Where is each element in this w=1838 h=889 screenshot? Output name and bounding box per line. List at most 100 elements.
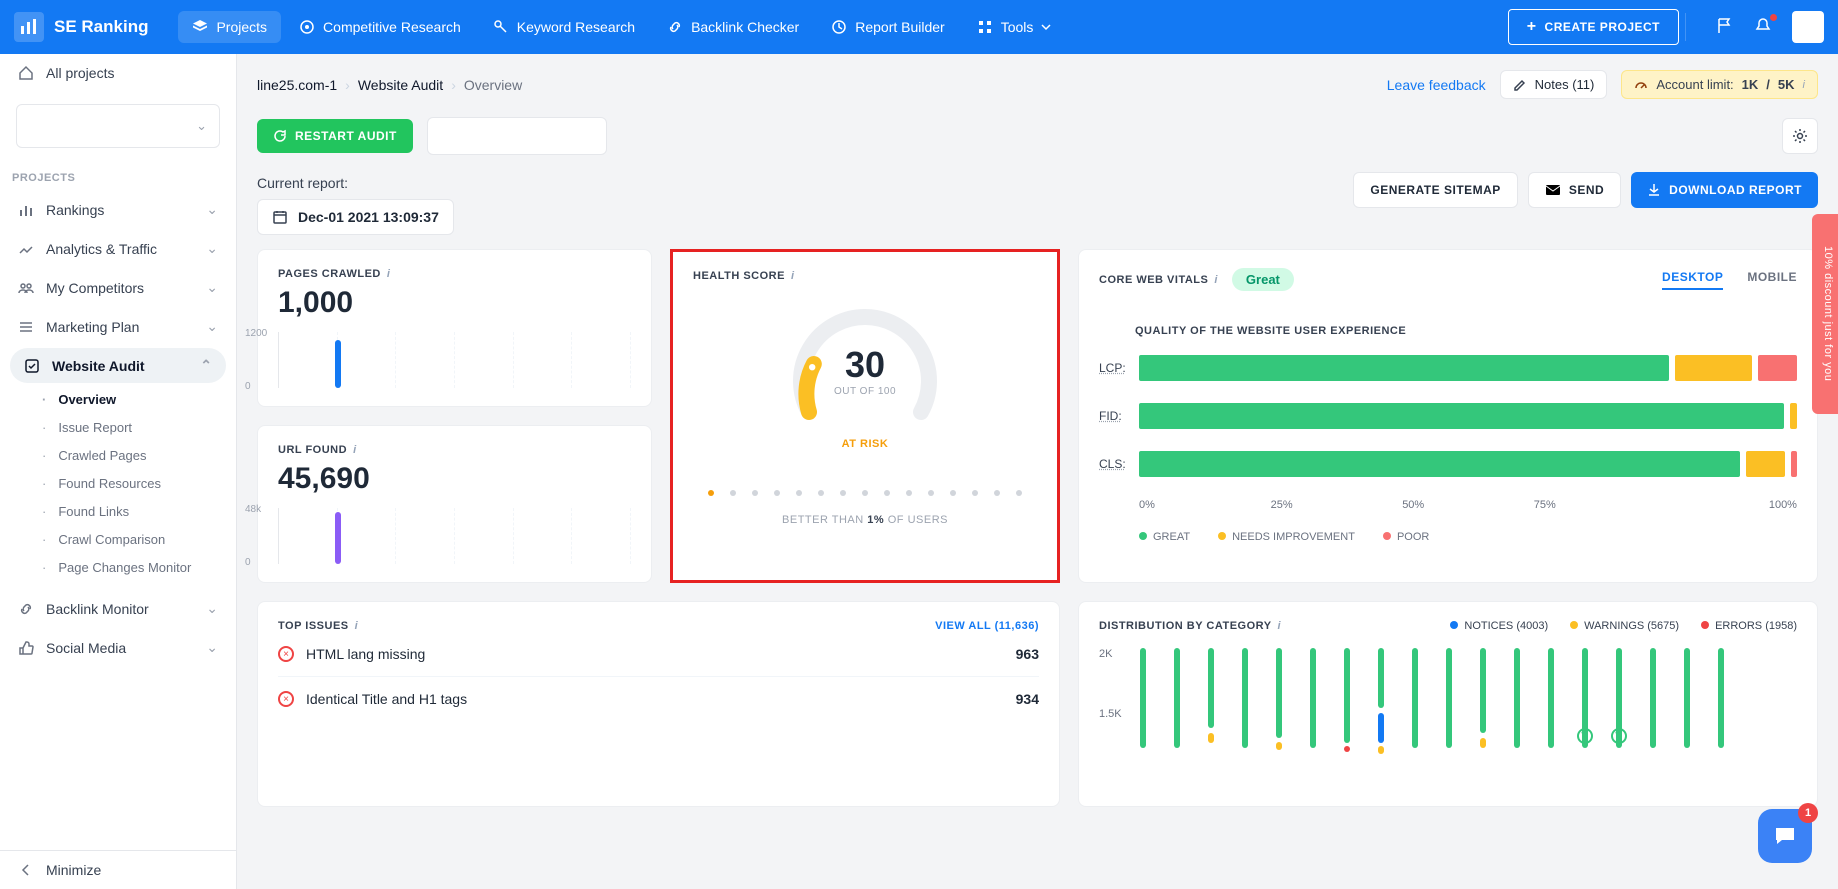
- info-icon[interactable]: i: [1803, 79, 1805, 91]
- project-selector[interactable]: ⌄: [16, 104, 220, 148]
- create-project-button[interactable]: + CREATE PROJECT: [1508, 9, 1679, 45]
- sidebar-item-social[interactable]: Social Media⌄: [0, 628, 236, 667]
- sidebar-backlink-label: Backlink Monitor: [46, 601, 149, 617]
- issue-row[interactable]: × HTML lang missing 963: [278, 632, 1039, 662]
- issue-label: Identical Title and H1 tags: [306, 691, 467, 707]
- bell-icon[interactable]: [1754, 17, 1774, 37]
- chevron-right-icon: ›: [345, 77, 350, 93]
- calendar-icon: [272, 209, 288, 225]
- nav-keyword[interactable]: Keyword Research: [479, 11, 649, 43]
- sidebar-item-analytics[interactable]: Analytics & Traffic⌄: [0, 229, 236, 268]
- issue-label: HTML lang missing: [306, 646, 425, 662]
- chat-bubble[interactable]: [1758, 809, 1812, 863]
- sidebar-rankings-label: Rankings: [46, 202, 104, 218]
- notification-dot: [1770, 14, 1777, 21]
- sidebar-item-backlink[interactable]: Backlink Monitor⌄: [0, 589, 236, 628]
- health-gauge: 30 OUT OF 100: [785, 300, 945, 410]
- dist-legend: NOTICES (4003) WARNINGS (5675) ERRORS (1…: [1450, 620, 1797, 632]
- download-report-button[interactable]: DOWNLOAD REPORT: [1631, 172, 1818, 208]
- sidebar-minimize[interactable]: Minimize: [0, 850, 236, 889]
- current-report-date-value: Dec-01 2021 13:09:37: [298, 209, 439, 225]
- issues-view-all-link[interactable]: VIEW ALL (11,636): [935, 620, 1039, 632]
- chat-icon: [1772, 823, 1798, 849]
- nav-competitive[interactable]: Competitive Research: [285, 11, 475, 43]
- sidebar-sub-page-changes[interactable]: Page Changes Monitor: [0, 553, 236, 581]
- current-report-date[interactable]: Dec-01 2021 13:09:37: [257, 199, 454, 235]
- sidebar-sub-issue-report[interactable]: Issue Report: [0, 413, 236, 441]
- gear-icon: [1791, 127, 1809, 145]
- chevron-down-icon: ⌄: [206, 639, 218, 656]
- sidebar-analytics-label: Analytics & Traffic: [46, 241, 157, 257]
- sidebar-competitors-label: My Competitors: [46, 280, 144, 296]
- cwv-subtitle: QUALITY OF THE WEBSITE USER EXPERIENCE: [1135, 325, 1797, 337]
- top-issues-card: TOP ISSUESi VIEW ALL (11,636) × HTML lan…: [257, 601, 1060, 807]
- chevron-down-icon: ⌄: [206, 318, 218, 335]
- nav-tools[interactable]: Tools: [963, 11, 1066, 43]
- nav-projects[interactable]: Projects: [178, 11, 281, 43]
- sidebar-section-label: PROJECTS: [0, 160, 236, 190]
- health-score-card: HEALTH SCOREi 30 OUT OF 100 AT RIS: [670, 249, 1060, 583]
- cwv-tab-mobile[interactable]: MOBILE: [1747, 270, 1797, 290]
- account-limit-pill[interactable]: Account limit: 1K / 5K i: [1621, 70, 1818, 99]
- sidebar-sub-crawled-pages[interactable]: Crawled Pages: [0, 441, 236, 469]
- sidebar-item-audit[interactable]: Website Audit⌃: [10, 348, 226, 383]
- sidebar-sub-found-resources[interactable]: Found Resources: [0, 469, 236, 497]
- nav-backlink[interactable]: Backlink Checker: [653, 11, 813, 43]
- sidebar-item-marketing[interactable]: Marketing Plan ⌄: [0, 307, 236, 346]
- nav-report[interactable]: Report Builder: [817, 11, 959, 43]
- pages-crawled-title: PAGES CRAWLED: [278, 268, 381, 280]
- flag-icon[interactable]: [1716, 17, 1736, 37]
- sidebar-audit-label: Website Audit: [52, 358, 145, 374]
- bars-icon: [18, 202, 34, 218]
- sidebar-sub-found-links[interactable]: Found Links: [0, 497, 236, 525]
- feedback-side-tab[interactable]: 10% discount just for you: [1812, 214, 1838, 414]
- info-icon[interactable]: i: [387, 268, 391, 280]
- home-icon: [18, 65, 34, 81]
- brand[interactable]: SE Ranking: [14, 12, 148, 42]
- settings-button[interactable]: [1782, 118, 1818, 154]
- chart-icon: [18, 241, 34, 257]
- list-icon: [18, 319, 34, 335]
- info-icon[interactable]: i: [353, 444, 357, 456]
- info-icon[interactable]: i: [1278, 620, 1282, 632]
- leave-feedback-link[interactable]: Leave feedback: [1387, 77, 1486, 93]
- sidebar-all-projects[interactable]: All projects: [0, 54, 236, 92]
- pages-crawled-chart: 1200 0: [278, 332, 631, 388]
- sidebar-sub-crawl-comparison[interactable]: Crawl Comparison: [0, 525, 236, 553]
- chevron-right-icon: ›: [451, 77, 456, 93]
- sidebar-item-competitors[interactable]: My Competitors⌄: [0, 268, 236, 307]
- sidebar-item-rankings[interactable]: Rankings ⌄: [0, 190, 236, 229]
- breadcrumb-project[interactable]: line25.com-1: [257, 77, 337, 93]
- generate-sitemap-button[interactable]: GENERATE SITEMAP: [1353, 172, 1517, 208]
- restart-audit-button[interactable]: RESTART AUDIT: [257, 119, 413, 153]
- pages-crawled-value: 1,000: [278, 286, 631, 320]
- edit-icon: [1513, 78, 1527, 92]
- create-project-label: CREATE PROJECT: [1545, 20, 1660, 34]
- cwv-tab-desktop[interactable]: DESKTOP: [1662, 270, 1723, 290]
- cwv-axis: 0%25%50%75%100%: [1139, 499, 1797, 511]
- sidebar-all-projects-label: All projects: [46, 65, 114, 81]
- info-icon[interactable]: i: [791, 270, 795, 282]
- nav-projects-label: Projects: [216, 19, 267, 35]
- sidebar-marketing-label: Marketing Plan: [46, 319, 139, 335]
- chevron-down-icon: ⌄: [206, 201, 218, 218]
- dist-title: DISTRIBUTION BY CATEGORY: [1099, 620, 1272, 632]
- info-icon[interactable]: i: [1214, 274, 1218, 286]
- arrow-left-icon: [18, 862, 34, 878]
- account-limit-prefix: Account limit:: [1656, 77, 1733, 92]
- nav-report-label: Report Builder: [855, 19, 945, 35]
- distribution-chart: 2K 1.5K: [1135, 648, 1797, 788]
- user-avatar[interactable]: [1792, 11, 1824, 43]
- send-button[interactable]: SEND: [1528, 172, 1621, 208]
- info-icon[interactable]: i: [355, 620, 359, 632]
- issue-row[interactable]: × Identical Title and H1 tags 934: [278, 676, 1039, 707]
- cwv-badge: Great: [1232, 268, 1294, 291]
- health-title: HEALTH SCORE: [693, 270, 785, 282]
- sidebar-sub-overview[interactable]: Overview: [0, 385, 236, 413]
- sidebar: All projects ⌄ PROJECTS Rankings ⌄ Analyt…: [0, 54, 237, 889]
- breadcrumb-page: Overview: [464, 77, 522, 93]
- brand-logo-icon: [14, 12, 44, 42]
- core-web-vitals-card: CORE WEB VITALSi Great DESKTOP MOBILE QU…: [1078, 249, 1818, 583]
- notes-button[interactable]: Notes (11): [1500, 70, 1608, 99]
- breadcrumb-section[interactable]: Website Audit: [358, 77, 443, 93]
